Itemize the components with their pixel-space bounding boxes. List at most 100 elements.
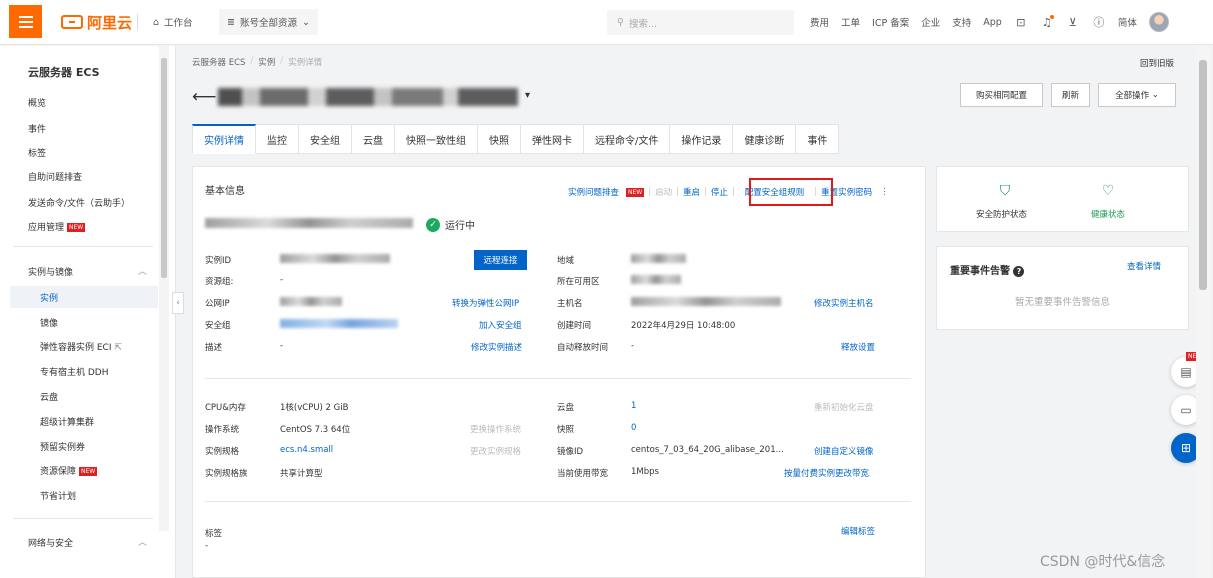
status-label: 运行中: [445, 221, 475, 232]
aliyun-logo[interactable]: 阿里云: [61, 12, 132, 32]
sidebar-item-disks[interactable]: 云盘: [40, 390, 58, 403]
tab-operation-log[interactable]: 操作记录: [670, 124, 734, 154]
divider: [13, 246, 153, 247]
snapshots-count-link[interactable]: 0: [631, 423, 636, 433]
release-settings-link[interactable]: 释放设置: [841, 341, 875, 353]
join-sg-link[interactable]: 加入安全组: [479, 319, 522, 331]
divider: [137, 14, 138, 30]
top-bar: 阿里云 ⌂ 工作台 ≣ 账号全部资源 ⌄ ⚲ 搜索... 费用 工单 ICP 备案 企业…: [0, 0, 1213, 45]
view-details-link[interactable]: 查看详情: [1127, 260, 1161, 272]
lang-select[interactable]: 简体: [1118, 15, 1137, 29]
remote-connect-button[interactable]: 远程连接: [474, 250, 527, 270]
tab-instance-details[interactable]: 实例详情: [192, 124, 256, 154]
sidebar-item-troubleshoot[interactable]: 自助问题排查: [28, 170, 82, 183]
sidebar-item-scc[interactable]: 超级计算集群: [40, 415, 94, 428]
avatar[interactable]: [1148, 12, 1169, 32]
convert-eip-link[interactable]: 转换为弹性公网IP: [452, 297, 519, 309]
tab-security-group[interactable]: 安全组: [299, 124, 352, 154]
tab-disks[interactable]: 云盘: [352, 124, 395, 154]
sidebar-item-tags[interactable]: 标签: [28, 146, 46, 159]
edit-tags-link[interactable]: 编辑标签: [841, 525, 875, 537]
tab-snapshots[interactable]: 快照: [478, 124, 521, 154]
account-resources-select[interactable]: ≣ 账号全部资源 ⌄: [219, 9, 318, 35]
events-title: 重要事件告警 ?: [950, 262, 1025, 277]
security-status-label[interactable]: 安全防护状态: [976, 208, 1027, 220]
breadcrumb-ecs[interactable]: 云服务器 ECS: [192, 56, 245, 68]
buy-same-config-button[interactable]: 购买相同配置: [960, 83, 1043, 107]
change-os-link: 更换操作系统: [470, 425, 522, 435]
troubleshoot-link[interactable]: 实例问题排查: [568, 186, 619, 198]
health-status-label[interactable]: 健康状态: [1091, 208, 1125, 220]
create-custom-image-link[interactable]: 创建自定义镜像: [814, 445, 874, 457]
restart-link[interactable]: 重启: [683, 186, 700, 198]
nav-icp[interactable]: ICP 备案: [872, 15, 909, 29]
sidebar-item-saving-plan[interactable]: 节省计划: [40, 489, 76, 502]
sidebar-item-overview[interactable]: 概览: [28, 96, 46, 109]
change-bandwidth-link[interactable]: 按量付费实例更改带宽: [784, 467, 869, 479]
menu-icon[interactable]: [9, 5, 42, 38]
sidebar-item-ddh[interactable]: 专有宿主机 DDH: [40, 365, 109, 378]
home-icon: ⌂: [153, 16, 160, 28]
sidebar-item-reserved[interactable]: 预留实例券: [40, 440, 85, 453]
created-value: 2022年4月29日 10:48:00: [631, 321, 736, 331]
document-icon: ▤: [1180, 365, 1192, 379]
sidebar-item-send-command[interactable]: 发送命令/文件（云助手）: [28, 196, 130, 209]
label-os: 操作系统: [205, 425, 240, 435]
breadcrumb-sep: /: [280, 56, 284, 66]
sidebar-item-instances[interactable]: 实例: [40, 291, 58, 304]
nav-support[interactable]: 支持: [952, 15, 971, 29]
collapse-sidebar-icon[interactable]: ‹: [172, 292, 184, 314]
tab-remote-command[interactable]: 远程命令/文件: [584, 124, 671, 154]
sidebar-item-events[interactable]: 事件: [28, 122, 46, 135]
sidebar-item-eci[interactable]: 弹性容器实例 ECI ⇱: [40, 340, 122, 353]
sidebar-item-images[interactable]: 镜像: [40, 316, 58, 329]
public-ip-redacted: [280, 297, 342, 306]
tab-eni[interactable]: 弹性网卡: [521, 124, 584, 154]
nav-enterprise[interactable]: 企业: [921, 15, 940, 29]
sidebar-group-instances-images[interactable]: 实例与镜像: [28, 265, 73, 278]
nav-tickets[interactable]: 工单: [841, 15, 860, 29]
sidebar-title: 云服务器 ECS: [28, 66, 100, 79]
sidebar-scroll-thumb[interactable]: [161, 58, 167, 278]
search-input[interactable]: ⚲ 搜索...: [607, 10, 794, 35]
back-arrow-icon[interactable]: ⟵: [192, 87, 216, 107]
stop-link[interactable]: 停止: [711, 186, 728, 198]
refresh-button[interactable]: 刷新: [1051, 83, 1090, 107]
tab-snapshot-consistency[interactable]: 快照一致性组: [395, 124, 478, 154]
nav-fees[interactable]: 费用: [810, 15, 829, 29]
nav-app[interactable]: App: [983, 17, 1002, 28]
help-icon[interactable]: ⓘ: [1092, 15, 1106, 29]
instance-type-link[interactable]: ecs.n4.small: [280, 445, 333, 455]
tab-events[interactable]: 事件: [796, 124, 840, 154]
chevron-up-icon[interactable]: ︿: [138, 535, 147, 548]
resource-guarantee-label: 资源保障: [40, 467, 77, 477]
more-icon[interactable]: ⋮: [880, 187, 889, 197]
new-badge: NEW: [626, 187, 645, 197]
chevron-up-icon[interactable]: ︿: [138, 264, 147, 277]
sidebar-item-resource-guarantee[interactable]: 资源保障 NEW: [40, 464, 98, 477]
breadcrumb-current: 实例详情: [288, 58, 323, 68]
ops-sep: |: [676, 187, 679, 197]
main-scroll-thumb[interactable]: [1199, 60, 1207, 290]
bandwidth-value: 1Mbps: [631, 467, 659, 477]
workbench-link[interactable]: ⌂ 工作台: [153, 9, 193, 35]
bell-icon[interactable]: ♫: [1040, 15, 1054, 29]
label-public-ip: 公网IP: [205, 299, 230, 309]
edit-hostname-link[interactable]: 修改实例主机名: [814, 297, 874, 309]
disks-count-link[interactable]: 1: [631, 401, 636, 411]
cart-icon[interactable]: ⊻: [1066, 15, 1080, 29]
tab-monitoring[interactable]: 监控: [256, 124, 299, 154]
label-snapshots: 快照: [557, 425, 575, 435]
security-group-redacted[interactable]: [280, 319, 398, 328]
change-type-link: 更改实例规格: [470, 447, 522, 457]
tab-health-diagnosis[interactable]: 健康诊断: [733, 124, 797, 154]
breadcrumb-instances[interactable]: 实例: [258, 56, 275, 68]
terminal-icon[interactable]: ⊡: [1014, 15, 1028, 29]
sidebar-group-network[interactable]: 网络与安全: [28, 536, 73, 549]
all-operations-button[interactable]: 全部操作 ⌄: [1098, 83, 1176, 107]
back-to-old-link[interactable]: 回到旧版: [1140, 57, 1174, 69]
edit-description-link[interactable]: 修改实例描述: [471, 341, 522, 353]
sidebar-item-app-mgmt[interactable]: 应用管理 NEW: [28, 220, 86, 233]
help-icon[interactable]: ?: [1013, 266, 1025, 277]
chevron-down-icon[interactable]: ▾: [525, 90, 530, 101]
